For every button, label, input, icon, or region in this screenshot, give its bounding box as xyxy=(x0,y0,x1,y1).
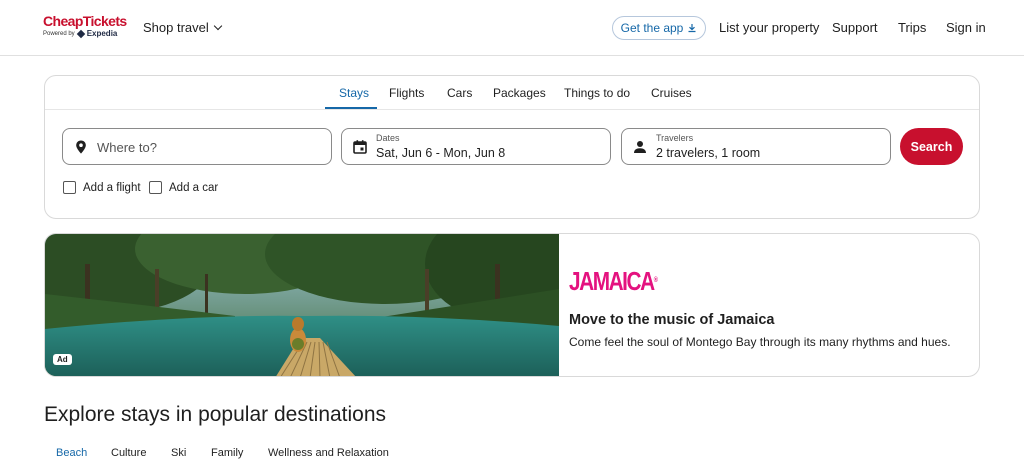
destination-placeholder: Where to? xyxy=(97,140,157,155)
add-flight-label: Add a flight xyxy=(83,181,141,194)
search-tabs: Stays Flights Cars Packages Things to do… xyxy=(45,76,979,110)
location-pin-icon xyxy=(73,139,89,155)
shop-travel-label: Shop travel xyxy=(143,20,209,35)
explore-tab-culture[interactable]: Culture xyxy=(111,447,146,459)
explore-tab-wellness[interactable]: Wellness and Relaxation xyxy=(268,447,389,459)
jamaica-river-rafting-image: Ad xyxy=(45,234,559,376)
logo-text: CheapTickets xyxy=(43,13,127,29)
site-header: CheapTickets Powered by Expedia Shop tra… xyxy=(0,0,1024,56)
dates-field[interactable]: Dates Sat, Jun 6 - Mon, Jun 8 xyxy=(341,128,611,165)
shop-travel-menu[interactable]: Shop travel xyxy=(143,20,223,35)
expedia-brand-text: Expedia xyxy=(86,29,118,38)
expedia-logo-icon xyxy=(76,29,85,39)
active-tab-indicator xyxy=(325,107,377,109)
download-icon xyxy=(687,23,697,33)
calendar-icon xyxy=(352,139,368,155)
dates-label: Dates xyxy=(376,133,400,143)
search-form-card: Stays Flights Cars Packages Things to do… xyxy=(44,75,980,219)
trips-link[interactable]: Trips xyxy=(898,20,926,35)
ad-title: Move to the music of Jamaica xyxy=(569,312,775,328)
list-your-property-link[interactable]: List your property xyxy=(719,20,819,35)
add-car-checkbox[interactable]: Add a car xyxy=(149,181,218,194)
travelers-value: 2 travelers, 1 room xyxy=(656,146,761,160)
search-button[interactable]: Search xyxy=(900,128,963,165)
registered-mark: ® xyxy=(653,277,658,284)
tab-things-to-do[interactable]: Things to do xyxy=(564,86,630,100)
explore-tab-ski[interactable]: Ski xyxy=(171,447,186,459)
ad-description: Come feel the soul of Montego Bay throug… xyxy=(569,335,951,349)
ad-badge: Ad xyxy=(53,354,72,365)
explore-tab-beach[interactable]: Beach xyxy=(56,447,87,459)
cheaptickets-logo[interactable]: CheapTickets Powered by Expedia xyxy=(43,13,127,39)
checkbox-box[interactable] xyxy=(149,181,162,194)
jamaica-brand-logo: JAMAICA® xyxy=(569,267,658,295)
person-icon xyxy=(632,139,648,155)
jamaica-ad-banner[interactable]: Ad JAMAICA® Move to the music of Jamaica… xyxy=(44,233,980,377)
tab-flights[interactable]: Flights xyxy=(389,86,424,100)
tab-packages[interactable]: Packages xyxy=(493,86,546,100)
powered-by-text: Powered by xyxy=(43,31,75,37)
add-flight-checkbox[interactable]: Add a flight xyxy=(63,181,141,194)
tab-cars[interactable]: Cars xyxy=(447,86,472,100)
sign-in-link[interactable]: Sign in xyxy=(946,20,986,35)
chevron-down-icon xyxy=(213,21,223,30)
explore-section-title: Explore stays in popular destinations xyxy=(44,403,387,426)
checkbox-box[interactable] xyxy=(63,181,76,194)
explore-tab-family[interactable]: Family xyxy=(211,447,243,459)
logo-powered-by: Powered by Expedia xyxy=(43,29,127,39)
add-car-label: Add a car xyxy=(169,181,219,194)
travelers-label: Travelers xyxy=(656,133,694,143)
support-link[interactable]: Support xyxy=(832,20,878,35)
destination-input[interactable]: Where to? xyxy=(62,128,332,165)
jamaica-logo-text: JAMAICA xyxy=(569,266,655,296)
travelers-field[interactable]: Travelers 2 travelers, 1 room xyxy=(621,128,891,165)
tab-stays[interactable]: Stays xyxy=(339,86,369,100)
get-the-app-button[interactable]: Get the app xyxy=(612,16,706,40)
tab-cruises[interactable]: Cruises xyxy=(651,86,692,100)
dates-value: Sat, Jun 6 - Mon, Jun 8 xyxy=(376,146,506,160)
get-app-label: Get the app xyxy=(620,21,684,35)
